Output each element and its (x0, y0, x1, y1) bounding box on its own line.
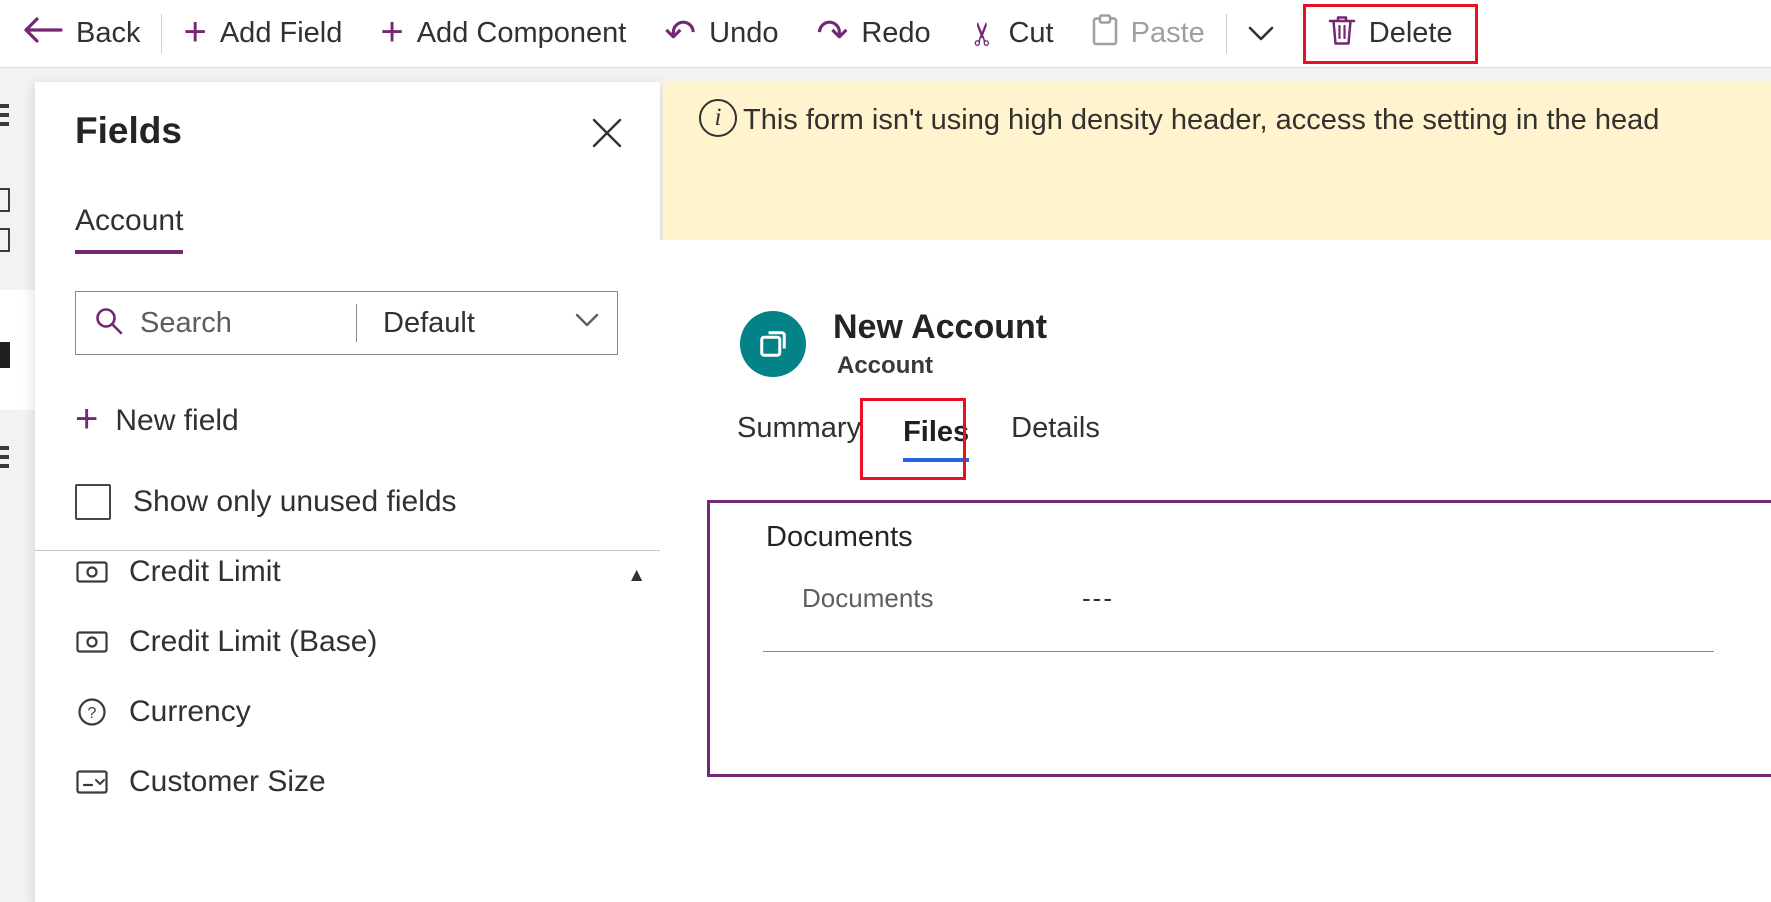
cut-button[interactable]: ✂ Cut (950, 0, 1073, 67)
form-tab-bar: Summary Files Details (737, 412, 1100, 462)
money-icon (75, 631, 109, 653)
overflow-chevron-button[interactable] (1229, 0, 1293, 67)
option-set-icon (75, 770, 109, 794)
clipboard-icon (1092, 13, 1118, 54)
tab-details[interactable]: Details (1011, 412, 1100, 462)
field-label: Currency (129, 695, 251, 728)
undo-button[interactable]: ↶ Undo (645, 0, 797, 67)
back-arrow-icon (23, 16, 63, 51)
tab-files[interactable]: Files (903, 416, 970, 462)
record-subtitle: Account (837, 352, 933, 379)
svg-text:?: ? (88, 705, 97, 722)
partial-icon (0, 104, 9, 108)
warning-banner: i This form isn't using high density hea… (663, 82, 1771, 240)
paste-button[interactable]: Paste (1073, 0, 1224, 67)
field-label: Customer Size (129, 765, 326, 798)
money-icon (75, 561, 109, 583)
documents-field-label[interactable]: Documents (802, 583, 934, 614)
show-unused-checkbox[interactable] (75, 484, 111, 520)
add-field-label: Add Field (219, 17, 343, 49)
info-icon: i (699, 99, 737, 137)
field-search-box: Default (75, 291, 618, 355)
new-field-button[interactable]: + New field (75, 399, 239, 439)
redo-button[interactable]: ↷ Redo (797, 0, 949, 67)
section-title: Documents (766, 521, 913, 553)
partial-icon (0, 342, 10, 368)
delete-label: Delete (1368, 17, 1453, 49)
back-label: Back (76, 17, 141, 49)
field-row-credit-limit[interactable]: Credit Limit (35, 551, 660, 607)
command-bar: Back + Add Field + Add Component ↶ Undo … (0, 0, 1771, 68)
banner-message: This form isn't using high density heade… (743, 104, 1660, 136)
fields-panel: Fields Account Default + New field Show … (35, 82, 660, 902)
account-entity-icon (740, 311, 806, 377)
trash-icon (1328, 14, 1356, 54)
add-component-label: Add Component (416, 17, 627, 49)
field-row-credit-limit-base[interactable]: Credit Limit (Base) (35, 607, 660, 677)
cut-label: Cut (1008, 17, 1054, 49)
undo-label: Undo (709, 17, 779, 49)
back-button[interactable]: Back (4, 0, 159, 67)
field-label: Credit Limit (129, 555, 281, 588)
search-input[interactable] (138, 305, 356, 341)
add-component-button[interactable]: + Add Component (361, 0, 645, 67)
form-canvas: New Account Account Summary Files Detail… (660, 240, 1771, 902)
filter-dropdown[interactable]: Default (383, 307, 575, 340)
left-navigation-rail (0, 68, 35, 902)
toolbar-divider (161, 13, 163, 54)
field-row-currency[interactable]: ? Currency (35, 677, 660, 747)
field-label: Credit Limit (Base) (129, 625, 378, 658)
documents-section-selected[interactable]: Documents Documents --- (707, 500, 1771, 777)
chevron-down-icon (1248, 17, 1274, 50)
tab-account[interactable]: Account (75, 204, 184, 254)
new-field-label: New field (115, 404, 239, 437)
close-icon[interactable] (590, 116, 624, 150)
delete-button-highlighted[interactable]: Delete (1302, 3, 1478, 64)
field-row-customer-size[interactable]: Customer Size (35, 747, 660, 817)
fields-panel-title: Fields (75, 110, 182, 151)
toolbar-divider (1225, 13, 1227, 54)
tab-summary[interactable]: Summary (737, 412, 861, 462)
search-filter-divider (356, 304, 357, 342)
partial-icon (0, 228, 10, 252)
show-unused-fields-row: Show only unused fields (75, 484, 457, 520)
form-designer-screen: Back + Add Field + Add Component ↶ Undo … (0, 0, 1771, 902)
show-unused-label: Show only unused fields (133, 485, 457, 518)
chevron-down-icon[interactable] (575, 313, 599, 333)
add-field-button[interactable]: + Add Field (164, 0, 361, 67)
partial-icon (0, 188, 10, 212)
search-icon (94, 306, 124, 341)
field-list: Credit Limit Credit Limit (Base) ? Curre… (35, 550, 660, 902)
scroll-up-icon[interactable]: ▲ (627, 565, 646, 587)
documents-field-value: --- (1082, 583, 1114, 613)
partial-icon (0, 446, 9, 450)
paste-label: Paste (1130, 17, 1205, 49)
record-title: New Account (833, 308, 1048, 346)
redo-label: Redo (861, 17, 931, 49)
field-divider (763, 651, 1714, 652)
help-circle-icon: ? (75, 697, 109, 727)
